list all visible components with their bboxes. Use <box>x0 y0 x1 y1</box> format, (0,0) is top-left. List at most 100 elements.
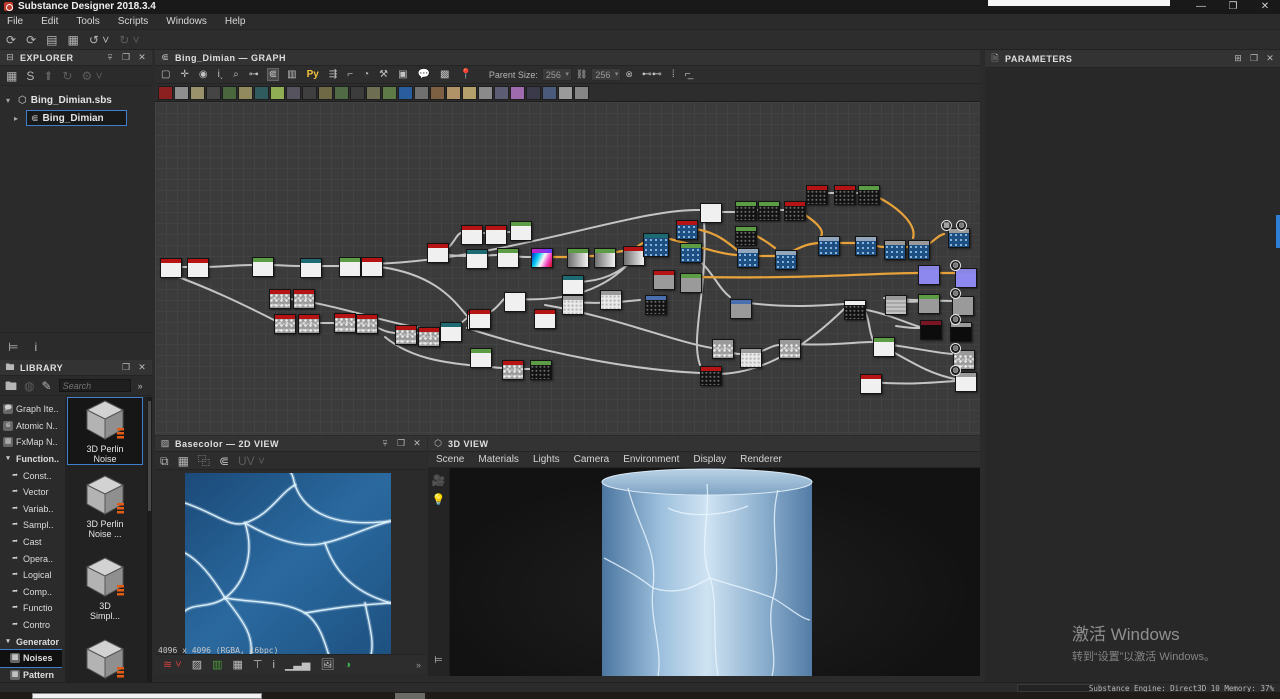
parent-width-select[interactable]: 256 <box>541 68 572 81</box>
graph-node[interactable] <box>737 248 759 268</box>
tile-pattern-node[interactable] <box>526 85 541 100</box>
graph-row[interactable]: ▸ ⋐ Bing_Dimian <box>0 110 152 126</box>
library-category-functio[interactable]: ➦ Functio <box>0 600 62 617</box>
graph-node[interactable] <box>339 257 361 277</box>
link-graph-icon[interactable]: ⋐ <box>219 454 229 468</box>
open-icon[interactable]: ▤ <box>46 33 57 47</box>
graph-node[interactable] <box>844 300 866 320</box>
lamp-node[interactable] <box>334 85 349 100</box>
library-category-cast[interactable]: ➦ Cast <box>0 534 62 551</box>
uniform-color-node[interactable] <box>158 85 173 100</box>
menu3d-scene[interactable]: Scene <box>436 454 464 465</box>
package-row[interactable]: ▾ ⬡ Bing_Dimian.sbs <box>0 92 152 108</box>
info-tab-icon[interactable]: i <box>34 340 37 354</box>
save-package-icon[interactable]: ▦ <box>6 69 17 83</box>
library-scrollbar[interactable] <box>147 397 152 682</box>
gradient-map-node[interactable] <box>398 85 413 100</box>
uv-mode-select[interactable]: UV ˅ <box>238 454 265 468</box>
graph-node[interactable] <box>356 314 378 334</box>
library-category-atomicn[interactable]: ⋐ Atomic N.. <box>0 418 62 435</box>
new-substance-icon[interactable]: ⟳ <box>6 33 16 47</box>
graph-mode-icon[interactable]: ⋐ <box>266 68 280 81</box>
frame-icon[interactable]: ▩ <box>439 69 450 80</box>
graph-node[interactable] <box>502 360 524 380</box>
library-category-sampl[interactable]: ➦ Sampl.. <box>0 517 62 534</box>
library-category-vector[interactable]: ➦ Vector <box>0 484 62 501</box>
graph-node[interactable] <box>567 248 589 268</box>
graph-node[interactable] <box>885 295 907 315</box>
levels-node[interactable] <box>270 85 285 100</box>
graph-node[interactable] <box>834 185 856 205</box>
menu-help[interactable]: Help <box>225 16 246 27</box>
snap-grid-icon[interactable]: ⌐̲ <box>684 69 692 80</box>
graph-node[interactable] <box>300 258 322 278</box>
copy-image-icon[interactable]: ⿻ <box>198 454 210 468</box>
menu-file[interactable]: File <box>7 16 23 27</box>
graph-node[interactable] <box>534 309 556 329</box>
graph-node[interactable] <box>469 309 491 329</box>
save-icon[interactable]: ▦ <box>67 33 78 47</box>
library-category-pattern[interactable]: ▦ Pattern <box>0 667 62 683</box>
graph-node[interactable] <box>735 201 757 221</box>
graph-node[interactable] <box>758 201 780 221</box>
graph-node[interactable] <box>740 348 762 368</box>
library-category-comp[interactable]: ➦ Comp.. <box>0 584 62 601</box>
value-01-node[interactable] <box>414 85 429 100</box>
graph-node[interactable] <box>440 322 462 342</box>
basecolor-texture-image[interactable] <box>185 473 391 659</box>
columns-icon[interactable]: ⊞ <box>1232 53 1244 64</box>
library-item-3dperlinnoise[interactable]: 3D Perlin Noise ... <box>67 473 143 539</box>
text-node[interactable] <box>462 85 477 100</box>
close-icon[interactable]: ✕ <box>411 438 423 449</box>
graph-node[interactable] <box>653 270 675 290</box>
undo-icon[interactable]: ↺ ˅ <box>89 33 109 47</box>
close-icon[interactable]: ✕ <box>136 52 148 63</box>
library-category-contro[interactable]: ➦ Contro <box>0 617 62 634</box>
minimize-button[interactable]: — <box>1186 0 1216 13</box>
menu3d-display[interactable]: Display <box>693 454 726 465</box>
dirt-node[interactable] <box>318 85 333 100</box>
graph-node[interactable] <box>361 257 383 277</box>
graph-node[interactable] <box>676 220 698 240</box>
graph-node[interactable] <box>779 339 801 359</box>
graph-node[interactable] <box>418 327 440 347</box>
graph-node[interactable] <box>680 243 702 263</box>
graph-node[interactable] <box>918 294 940 314</box>
publish-icon[interactable]: ⬆ <box>43 69 53 83</box>
edit-filter-icon[interactable]: ✎ <box>42 379 52 393</box>
library-category-noises[interactable]: ▩ Noises <box>0 648 62 668</box>
warning-shape-node[interactable] <box>446 85 461 100</box>
info-icon[interactable]: i <box>273 659 275 671</box>
graph-node[interactable] <box>952 296 974 316</box>
graph-node[interactable] <box>643 233 669 257</box>
graph-node[interactable] <box>784 201 806 221</box>
gradient-icon[interactable]: ▥ <box>212 658 222 671</box>
graph-node[interactable] <box>395 325 417 345</box>
graph-node[interactable] <box>562 295 584 315</box>
colorspace-icon[interactable]: ◑ <box>344 659 351 671</box>
float-icon[interactable]: ❐ <box>1248 53 1260 64</box>
light-icon[interactable]: 💡 <box>432 493 446 506</box>
menu3d-environment[interactable]: Environment <box>623 454 679 465</box>
graph-node[interactable] <box>485 225 507 245</box>
graph-node[interactable] <box>274 314 296 334</box>
parent-height-select[interactable]: 256 <box>591 68 622 81</box>
add-filter-icon[interactable]: ◍ <box>24 379 34 393</box>
graph-node[interactable] <box>298 314 320 334</box>
text2-node[interactable] <box>478 85 493 100</box>
safe-transform-node[interactable] <box>254 85 269 100</box>
graph-node[interactable] <box>806 185 828 205</box>
tools-icon[interactable]: ⚒ <box>378 69 389 80</box>
float-icon[interactable]: ❐ <box>395 438 407 449</box>
library-category-opera[interactable]: ➦ Opera.. <box>0 550 62 567</box>
collapse-icon[interactable]: ▾ <box>6 96 14 105</box>
graph-node[interactable] <box>860 374 882 394</box>
library-category-logical[interactable]: ➦ Logical <box>0 567 62 584</box>
graph-node[interactable] <box>160 258 182 278</box>
blur-node[interactable] <box>286 85 301 100</box>
link-creation-icon[interactable]: ⇶ <box>328 69 338 80</box>
graph-canvas[interactable]: ▦ ◍ ◍ ◍ ◍ ◍ ◍ <box>155 102 980 435</box>
graph-node[interactable] <box>187 258 209 278</box>
new-folder-icon[interactable]: 🖿 <box>5 379 17 393</box>
menu-scripts[interactable]: Scripts <box>118 16 149 27</box>
